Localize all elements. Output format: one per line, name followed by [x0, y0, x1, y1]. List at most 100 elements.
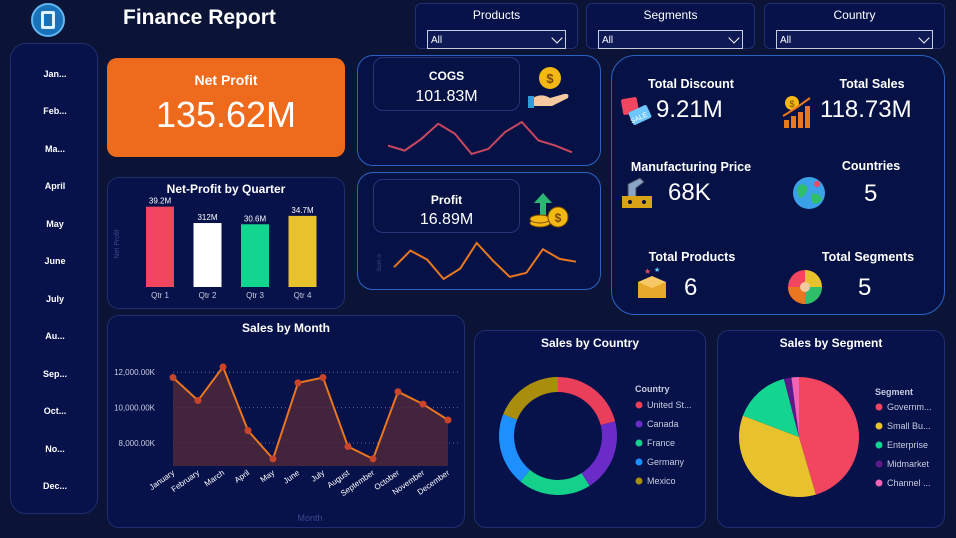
svg-text:★: ★ — [644, 267, 651, 276]
filter-products: Products All — [415, 3, 578, 49]
quarter-bar-svg: Net Profit 39.2M Qtr 1 312M Qtr 2 30.6M Qtr 3… — [114, 197, 317, 300]
month-data-point — [319, 374, 327, 382]
month-x-tick-label: May — [259, 468, 277, 484]
quarter-data-label: 30.6M — [244, 214, 267, 223]
month-slicer: Jan... Feb... Ma... April May June July … — [10, 43, 98, 514]
month-data-point — [244, 427, 252, 435]
country-slice — [558, 377, 616, 426]
cogs-kpi-box: COGS 101.83M — [373, 57, 520, 111]
quarter-bar — [288, 215, 317, 287]
month-item-aug[interactable]: Au... — [11, 331, 99, 341]
month-x-axis-label: Month — [297, 513, 322, 523]
country-legend-title: Country — [635, 384, 670, 394]
net-profit-card: Net Profit 135.62M — [107, 58, 345, 157]
month-x-tick-label: July — [309, 468, 326, 484]
country-legend-swatch — [635, 458, 643, 466]
segment-legend-label: Channel ... — [887, 478, 931, 488]
month-item-nov[interactable]: No... — [11, 444, 99, 454]
month-data-point — [294, 379, 302, 387]
kpi-summary-card: Total Discount SALE 9.21M Total Sales $ … — [611, 55, 945, 315]
total-segments-label: Total Segments — [821, 250, 915, 264]
segment-legend-label: Midmarket — [887, 459, 930, 469]
country-dropdown-value: All — [780, 35, 792, 46]
month-item-jan[interactable]: Jan... — [11, 69, 99, 79]
svg-text:$: $ — [555, 211, 562, 225]
month-item-mar[interactable]: Ma... — [11, 144, 99, 154]
net-profit-by-quarter-chart: Net-Profit by Quarter Net Profit 39.2M Qt… — [107, 177, 345, 309]
country-dropdown[interactable]: All — [776, 30, 933, 49]
month-data-point — [369, 455, 377, 463]
country-legend-label: Mexico — [647, 476, 676, 486]
sales-by-country-chart: Sales by Country Country United St... Can… — [474, 330, 706, 528]
month-item-feb[interactable]: Feb... — [11, 106, 99, 116]
month-area-svg: 12,000.00K10,000.00K8,000.00K JanuaryFeb… — [114, 363, 460, 523]
country-legend-swatch — [635, 439, 643, 447]
quarter-data-label: 39.2M — [149, 197, 172, 206]
total-segments-value: 5 — [858, 274, 872, 301]
quarter-y-axis-label: Net Profit — [114, 229, 121, 258]
month-data-point — [344, 443, 352, 451]
globe-icon — [793, 177, 825, 209]
product-box-icon: ★ ★ — [638, 266, 666, 298]
country-slice — [499, 414, 530, 482]
countries-label: Countries — [841, 159, 901, 173]
profit-card: Profit 16.89M $ Sum o — [357, 172, 601, 290]
filter-products-label: Products — [472, 8, 521, 22]
country-legend-swatch — [635, 401, 643, 409]
app-logo — [31, 3, 65, 37]
total-discount-label: Total Discount — [648, 77, 734, 91]
quarter-tick-label: Qtr 1 — [151, 291, 169, 300]
sales-growth-icon: $ — [782, 96, 811, 128]
cogs-label: COGS — [428, 69, 465, 83]
total-products-label: Total Products — [648, 250, 736, 264]
net-profit-value: 135.62M — [155, 94, 297, 135]
segment-legend-label: Enterprise — [887, 440, 928, 450]
month-item-sep[interactable]: Sep... — [11, 369, 99, 379]
products-dropdown-value: All — [431, 35, 443, 46]
month-data-point — [219, 363, 227, 371]
filter-country-label: Country — [833, 8, 876, 22]
filter-segments-label: Segments — [643, 8, 698, 22]
svg-text:$: $ — [789, 99, 794, 109]
quarter-tick-label: Qtr 3 — [246, 291, 264, 300]
cogs-card: COGS 101.83M $ — [357, 55, 601, 166]
month-data-point — [169, 374, 177, 382]
quarter-bar — [241, 224, 269, 287]
month-y-tick-label: 8,000.00K — [119, 439, 156, 448]
quarter-data-label: 312M — [197, 213, 217, 222]
profit-value: 16.89M — [419, 211, 474, 228]
month-item-may[interactable]: May — [11, 219, 99, 229]
coins-growth-icon: $ — [529, 193, 569, 228]
segment-legend-swatch — [875, 403, 883, 411]
month-item-apr[interactable]: April — [11, 181, 99, 191]
country-slice — [520, 469, 590, 495]
products-dropdown[interactable]: All — [427, 30, 566, 49]
month-item-oct[interactable]: Oct... — [11, 406, 99, 416]
filter-segments: Segments All — [586, 3, 755, 49]
country-legend-label: Germany — [647, 457, 685, 467]
segment-legend-label: Governm... — [887, 402, 932, 412]
month-item-dec[interactable]: Dec... — [11, 481, 99, 491]
page-title: Finance Report — [123, 6, 276, 29]
month-x-tick-label: March — [203, 468, 226, 488]
total-discount-value: 9.21M — [656, 96, 723, 123]
segment-pie-svg: Segment Governm... Small Bu... Enterprise M… — [739, 377, 932, 497]
month-item-jul[interactable]: July — [11, 294, 99, 304]
country-legend-label: Canada — [647, 419, 679, 429]
profit-sparkline: Sum o — [377, 241, 577, 281]
quarter-tick-label: Qtr 2 — [199, 291, 217, 300]
factory-robot-icon — [622, 177, 652, 208]
filter-country: Country All — [764, 3, 945, 49]
cogs-sparkline — [388, 120, 573, 156]
month-data-point — [194, 397, 202, 405]
segment-legend-swatch — [875, 422, 883, 430]
money-hand-icon: $ — [528, 67, 569, 108]
total-sales-value: 118.73M — [820, 96, 912, 123]
month-item-jun[interactable]: June — [11, 256, 99, 266]
quarter-tick-label: Qtr 4 — [294, 291, 312, 300]
country-slice — [503, 377, 558, 420]
segment-legend-swatch — [875, 441, 883, 449]
month-data-point — [419, 400, 427, 408]
segments-dropdown[interactable]: All — [598, 30, 743, 49]
quarter-bar — [193, 223, 222, 287]
